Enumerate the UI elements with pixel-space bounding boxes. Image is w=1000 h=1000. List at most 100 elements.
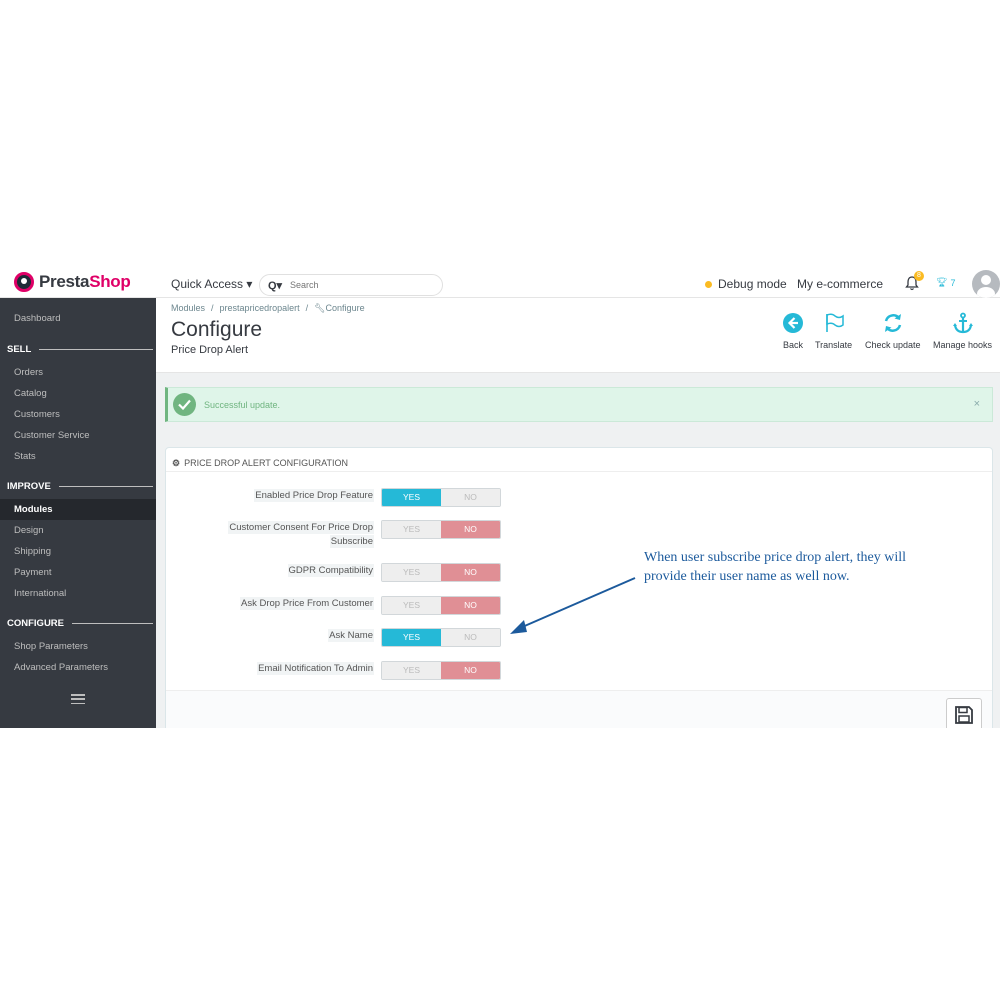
success-alert: Successful update. × [165, 387, 993, 422]
check-update-button[interactable]: Check update [865, 312, 921, 350]
sidebar-item-catalog[interactable]: Catalog [0, 383, 156, 404]
toggle-yes-option[interactable]: YES [382, 662, 441, 679]
sidebar-section-improve: IMPROVE [7, 481, 153, 492]
sidebar-item-stats[interactable]: Stats [0, 446, 156, 467]
field-label: Email Notification To Admin [214, 662, 374, 676]
field-label: Ask Drop Price From Customer [214, 597, 374, 611]
breadcrumb-modules[interactable]: Modules [171, 303, 205, 314]
top-header: PrestaShop Quick Access ▾ Q▾ Debug mode … [0, 268, 1000, 298]
toggle-switch[interactable]: YES NO [381, 628, 501, 647]
sidebar-item-customers[interactable]: Customers [0, 404, 156, 425]
section-title: CONFIGURE [7, 618, 64, 629]
toggle-no-option[interactable]: NO [441, 662, 500, 679]
toggle-switch[interactable]: YES NO [381, 661, 501, 680]
quick-access-dropdown[interactable]: Quick Access ▾ [171, 277, 252, 291]
label-text: Enabled Price Drop Feature [254, 489, 374, 502]
sidebar-item-shop-parameters[interactable]: Shop Parameters [0, 636, 156, 657]
notification-badge: 8 [914, 271, 924, 281]
user-avatar[interactable] [972, 270, 1000, 298]
toggle-yes-option[interactable]: YES [382, 521, 441, 538]
sidebar-item-advanced-parameters[interactable]: Advanced Parameters [0, 657, 156, 678]
trophy-icon: 🏆︎ [936, 277, 948, 287]
sidebar-item-payment[interactable]: Payment [0, 562, 156, 583]
field-label: GDPR Compatibility [214, 564, 374, 578]
label-text: Ask Drop Price From Customer [240, 597, 374, 610]
cogs-icon: ⚙︎ [172, 457, 181, 468]
logo-suffix: Shop [89, 272, 131, 291]
sidebar-section-configure: CONFIGURE [7, 618, 153, 629]
toggle-no-option[interactable]: NO [441, 597, 500, 614]
shop-name-link[interactable]: My e-commerce [797, 277, 883, 291]
breadcrumb: Modules / prestapricedropalert / 🔧︎Confi… [171, 303, 365, 314]
check-circle-icon [173, 393, 196, 416]
section-divider [58, 486, 153, 487]
breadcrumb-module-name[interactable]: prestapricedropalert [220, 303, 300, 314]
breadcrumb-separator: / [305, 303, 309, 313]
label-text: GDPR Compatibility [287, 564, 374, 577]
back-button[interactable]: Back [782, 312, 804, 350]
toggle-yes-option[interactable]: YES [382, 597, 441, 614]
breadcrumb-configure: 🔧︎Configure [314, 303, 364, 314]
check-update-label: Check update [865, 340, 921, 350]
prestashop-logo[interactable]: PrestaShop [14, 272, 131, 292]
search-box: Q▾ [259, 274, 443, 296]
toggle-yes-option[interactable]: YES [382, 564, 441, 581]
back-label: Back [782, 340, 803, 350]
close-icon[interactable]: × [974, 398, 980, 410]
translate-label: Translate [815, 340, 853, 350]
wrench-icon: 🔧︎ [314, 303, 326, 313]
sidebar-item-modules[interactable]: Modules [0, 499, 156, 520]
debug-mode-label: Debug mode [718, 277, 787, 291]
trophy-count: 7 [950, 277, 956, 288]
search-icon[interactable]: Q▾ [260, 279, 290, 292]
label-text: Customer Consent For Price Drop Subscrib… [228, 521, 374, 548]
menu-collapse-icon[interactable] [71, 694, 85, 704]
section-divider [39, 349, 153, 350]
toggle-switch[interactable]: YES NO [381, 520, 501, 539]
toggle-switch[interactable]: YES NO [381, 596, 501, 615]
toggle-no-option[interactable]: NO [441, 489, 500, 506]
sidebar-item-design[interactable]: Design [0, 520, 156, 541]
page-header: Modules / prestapricedropalert / 🔧︎Confi… [156, 298, 1000, 373]
breadcrumb-separator: / [211, 303, 214, 313]
logo-text: PrestaShop [39, 272, 131, 292]
sidebar-item-orders[interactable]: Orders [0, 362, 156, 383]
logo-prefix: Presta [39, 272, 90, 291]
toggle-no-option[interactable]: NO [441, 521, 500, 538]
toggle-switch[interactable]: YES NO [381, 563, 501, 582]
manage-hooks-button[interactable]: Manage hooks [933, 312, 992, 350]
field-label: Customer Consent For Price Drop Subscrib… [214, 521, 374, 549]
panel-heading: ⚙︎ PRICE DROP ALERT CONFIGURATION [166, 448, 992, 472]
section-title: IMPROVE [7, 481, 51, 492]
translate-button[interactable]: Translate [815, 312, 852, 350]
sidebar-item-dashboard[interactable]: Dashboard [0, 308, 156, 329]
flag-icon [825, 313, 844, 332]
back-icon [783, 313, 803, 333]
debug-status-dot [705, 280, 712, 288]
manage-hooks-label: Manage hooks [933, 340, 993, 350]
toggle-no-option[interactable]: NO [441, 629, 500, 646]
sidebar-item-shipping[interactable]: Shipping [0, 541, 156, 562]
toggle-switch[interactable]: YES NO [381, 488, 501, 507]
page-subtitle: Price Drop Alert [171, 344, 249, 356]
sidebar-item-customer-service[interactable]: Customer Service [0, 425, 156, 446]
debug-mode-indicator[interactable]: Debug mode [705, 277, 787, 291]
toggle-no-option[interactable]: NO [441, 564, 500, 581]
annotation-note: When user subscribe price drop alert, th… [644, 550, 907, 584]
field-label: Enabled Price Drop Feature [214, 489, 374, 503]
toggle-yes-option[interactable]: YES [382, 489, 441, 506]
sidebar-item-international[interactable]: International [0, 583, 156, 604]
panel-footer [166, 690, 992, 728]
search-input[interactable] [290, 280, 430, 290]
prestashop-admin-window: PrestaShop Quick Access ▾ Q▾ Debug mode … [0, 268, 1000, 728]
save-icon [955, 706, 973, 724]
field-label: Ask Name [214, 629, 374, 643]
sidebar-nav: Dashboard SELL Orders Catalog Customers … [0, 298, 156, 728]
toggle-yes-option[interactable]: YES [382, 629, 441, 646]
prestashop-logo-icon [14, 272, 34, 292]
save-button[interactable] [946, 698, 982, 728]
breadcrumb-configure-label: Configure [325, 303, 365, 313]
refresh-icon [884, 314, 901, 332]
section-title: SELL [7, 344, 32, 355]
trophy-button[interactable]: 🏆︎ 7 [936, 277, 955, 288]
